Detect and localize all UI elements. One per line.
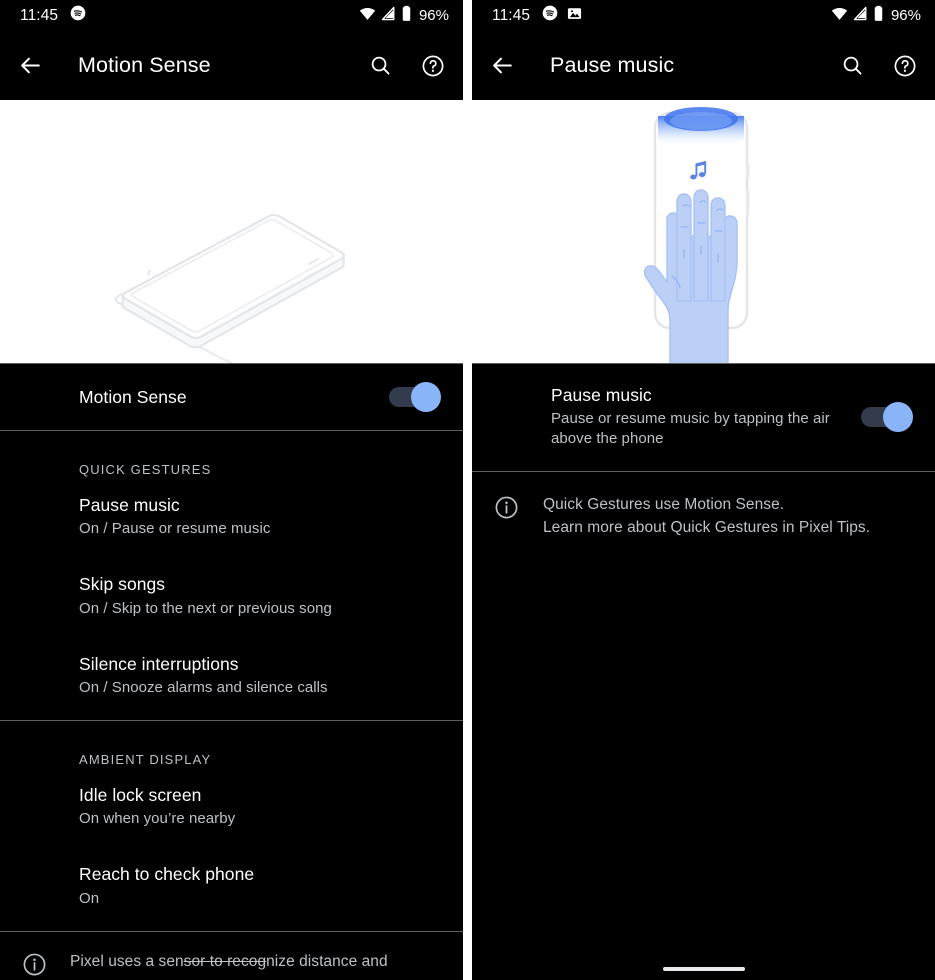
row-title: Idle lock screen <box>79 784 202 805</box>
battery-icon <box>873 5 884 27</box>
toggle-thumb <box>411 382 441 412</box>
right-settings-list: Pause music Pause or resume music by tap… <box>472 364 935 554</box>
row-skip-songs[interactable]: Skip songs On / Skip to the next or prev… <box>0 556 463 635</box>
row-pause-music-master[interactable]: Pause music Pause or resume music by tap… <box>472 364 935 471</box>
back-arrow-icon[interactable] <box>18 53 60 78</box>
battery-percent-label: 96% <box>890 7 921 24</box>
status-bar-notification-icons <box>70 5 86 26</box>
gesture-navigation-pill[interactable] <box>662 967 745 971</box>
status-bar-system-icons: 96% <box>359 5 449 27</box>
row-title: Pause music <box>79 495 180 515</box>
row-title: Reach to check phone <box>79 864 255 885</box>
row-subtitle: Pause or resume music by tapping the air… <box>551 410 830 448</box>
spotify-icon <box>70 5 86 26</box>
left-footnote: Pixel uses a sensor to recognize distanc… <box>0 932 463 980</box>
right-footnote: Quick Gestures use Motion Sense. Learn m… <box>472 472 935 553</box>
page-title: Pause music <box>550 53 675 77</box>
toggle-thumb <box>883 401 913 432</box>
footnote-text-struck: sor to recog <box>183 952 267 970</box>
footnote-line-1: Quick Gestures use Motion Sense. <box>543 496 785 514</box>
help-circle-icon[interactable] <box>421 54 445 78</box>
dual-screenshot-container: 11:45 96% Motion Sense Motion Sense QUIC… <box>0 0 935 980</box>
footnote-text: Pixel uses a sensor to recognize distanc… <box>70 951 388 973</box>
right-app-bar: Pause music <box>472 31 935 100</box>
signal-icon <box>853 6 868 26</box>
wifi-icon <box>359 6 376 26</box>
row-subtitle: On / Snooze alarms and silence calls <box>79 679 328 697</box>
row-title: Skip songs <box>79 574 166 595</box>
back-arrow-icon[interactable] <box>490 53 532 78</box>
search-icon[interactable] <box>369 54 392 77</box>
right-phone-screen: 11:45 96% Pause music Pause music Pause … <box>472 0 935 980</box>
right-app-bar-actions <box>841 54 917 78</box>
footnote-text: Quick Gestures use Motion Sense. Learn m… <box>543 494 870 539</box>
footnote-line-2: Learn more about Quick Gestures in Pixel… <box>543 518 871 536</box>
battery-icon <box>401 5 412 27</box>
row-title: Silence interruptions <box>79 653 239 674</box>
screenshot-gutter <box>463 0 472 980</box>
row-idle-lock-screen[interactable]: Idle lock screen On when you’re nearby <box>0 767 463 846</box>
row-silence-interruptions[interactable]: Silence interruptions On / Snooze alarms… <box>0 636 463 720</box>
row-title: Motion Sense <box>79 386 187 407</box>
pause-music-hero-illustration <box>472 100 935 363</box>
row-motion-sense-master[interactable]: Motion Sense <box>0 364 463 430</box>
left-app-bar-actions <box>369 54 445 78</box>
left-phone-screen: 11:45 96% Motion Sense Motion Sense QUIC… <box>0 0 463 980</box>
right-status-bar: 11:45 96% <box>472 0 935 31</box>
help-circle-icon[interactable] <box>893 54 917 78</box>
row-pause-music[interactable]: Pause music On / Pause or resume music <box>0 477 463 556</box>
battery-percent-label: 96% <box>418 7 449 24</box>
row-subtitle: On / Pause or resume music <box>79 520 271 538</box>
pause-music-toggle[interactable] <box>861 401 913 432</box>
wifi-icon <box>831 6 848 26</box>
gesture-navigation-bar <box>472 967 935 971</box>
footnote-text-part2: nize distance and <box>266 952 388 970</box>
row-title: Pause music <box>551 385 652 405</box>
image-icon <box>567 6 582 26</box>
left-status-bar: 11:45 96% <box>0 0 463 31</box>
row-subtitle: On <box>79 889 100 907</box>
info-circle-icon <box>494 495 519 525</box>
status-bar-notification-icons <box>542 5 582 26</box>
left-settings-list: Motion Sense QUICK GESTURES Pause music … <box>0 364 463 980</box>
row-subtitle: On / Skip to the next or previous song <box>79 599 332 617</box>
page-title: Motion Sense <box>78 53 211 77</box>
status-bar-clock: 11:45 <box>492 6 531 24</box>
status-bar-clock: 11:45 <box>20 6 59 24</box>
signal-icon <box>381 6 396 26</box>
row-subtitle: On when you’re nearby <box>79 810 236 828</box>
footnote-text-part1: Pixel uses a sen <box>70 952 184 970</box>
motion-sense-hero-illustration <box>0 100 463 363</box>
row-reach-to-check-phone[interactable]: Reach to check phone On <box>0 846 463 930</box>
spotify-icon <box>542 5 558 26</box>
search-icon[interactable] <box>841 54 864 77</box>
left-app-bar: Motion Sense <box>0 31 463 100</box>
info-circle-icon <box>22 952 47 980</box>
section-header-quick-gestures: QUICK GESTURES <box>79 462 212 477</box>
status-bar-system-icons: 96% <box>831 5 921 27</box>
motion-sense-toggle[interactable] <box>389 382 441 412</box>
section-header-ambient-display: AMBIENT DISPLAY <box>79 751 212 767</box>
